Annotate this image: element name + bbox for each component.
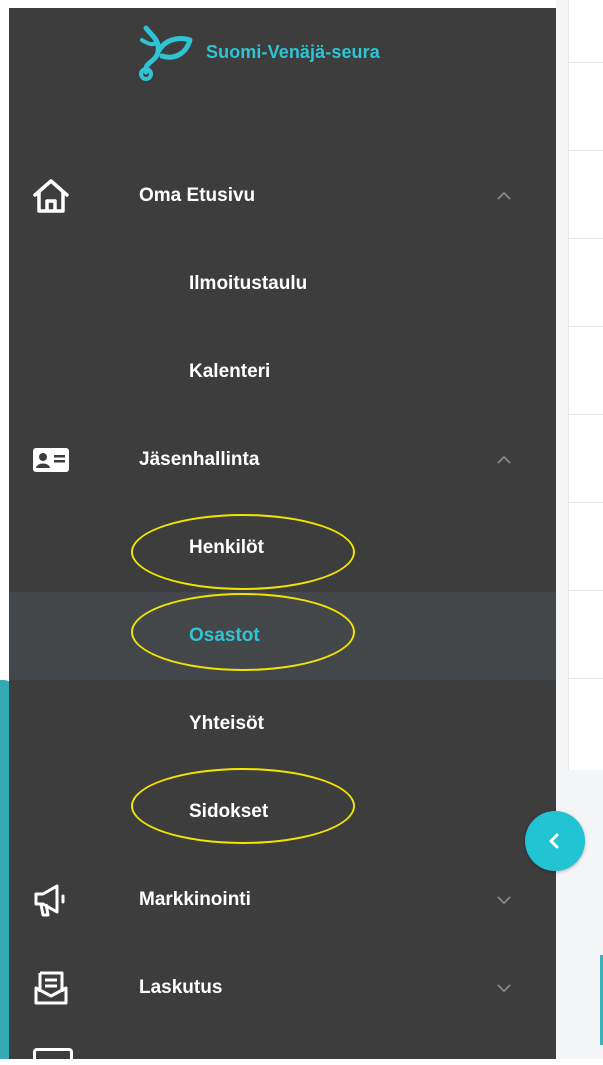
leaf-logo-icon (139, 25, 193, 81)
megaphone-icon (31, 880, 71, 920)
nav-subitem-label: Ilmoitustaulu (189, 273, 308, 294)
chevron-up-icon[interactable] (495, 187, 513, 205)
panel-divider (569, 150, 603, 151)
nav-subitem-yhteisot[interactable]: Yhteisöt (9, 680, 556, 768)
nav-label: Laskutus (139, 977, 223, 998)
nav-label: Oma Etusivu (139, 185, 256, 206)
collapse-sidebar-button[interactable] (525, 811, 585, 871)
content-panel (568, 0, 603, 770)
chevron-left-icon (549, 833, 559, 849)
nav-subitem-ilmoitustaulu[interactable]: Ilmoitustaulu (9, 240, 556, 328)
panel-divider (569, 326, 603, 327)
nav-item-oma-etusivu[interactable]: Oma Etusivu (9, 152, 556, 240)
panel-divider (569, 238, 603, 239)
chevron-down-icon[interactable] (495, 979, 513, 997)
annotation-ellipse (131, 768, 355, 844)
id-card-icon (31, 440, 71, 480)
main-content-area (556, 0, 603, 1059)
nav-label: Markkinointi (139, 889, 251, 910)
panel-divider (569, 62, 603, 63)
nav-subitem-label: Kalenteri (189, 361, 271, 382)
brand-logo[interactable]: Suomi-Venäjä-seura (134, 22, 380, 82)
nav-label: Jäsenhallinta (139, 449, 260, 470)
nav-item-laskutus[interactable]: Laskutus (9, 944, 556, 1032)
chevron-down-icon[interactable] (495, 891, 513, 909)
annotation-ellipse (131, 514, 355, 590)
panel-divider (569, 414, 603, 415)
annotation-ellipse (131, 593, 355, 671)
next-item-icon (33, 1048, 73, 1065)
chevron-up-icon[interactable] (495, 451, 513, 469)
nav-item-jasenhallinta[interactable]: Jäsenhallinta (9, 416, 556, 504)
nav-item-markkinointi[interactable]: Markkinointi (9, 856, 556, 944)
home-icon (31, 176, 71, 216)
nav-subitem-kalenteri[interactable]: Kalenteri (9, 328, 556, 416)
brand-name: Suomi-Venäjä-seura (206, 41, 380, 62)
panel-divider (569, 678, 603, 679)
panel-divider (569, 590, 603, 591)
panel-divider (569, 502, 603, 503)
sidebar: Suomi-Venäjä-seura Oma Etusivu Ilmoitust… (9, 8, 556, 1065)
invoice-icon (31, 968, 71, 1008)
nav-subitem-label: Yhteisöt (189, 713, 264, 734)
